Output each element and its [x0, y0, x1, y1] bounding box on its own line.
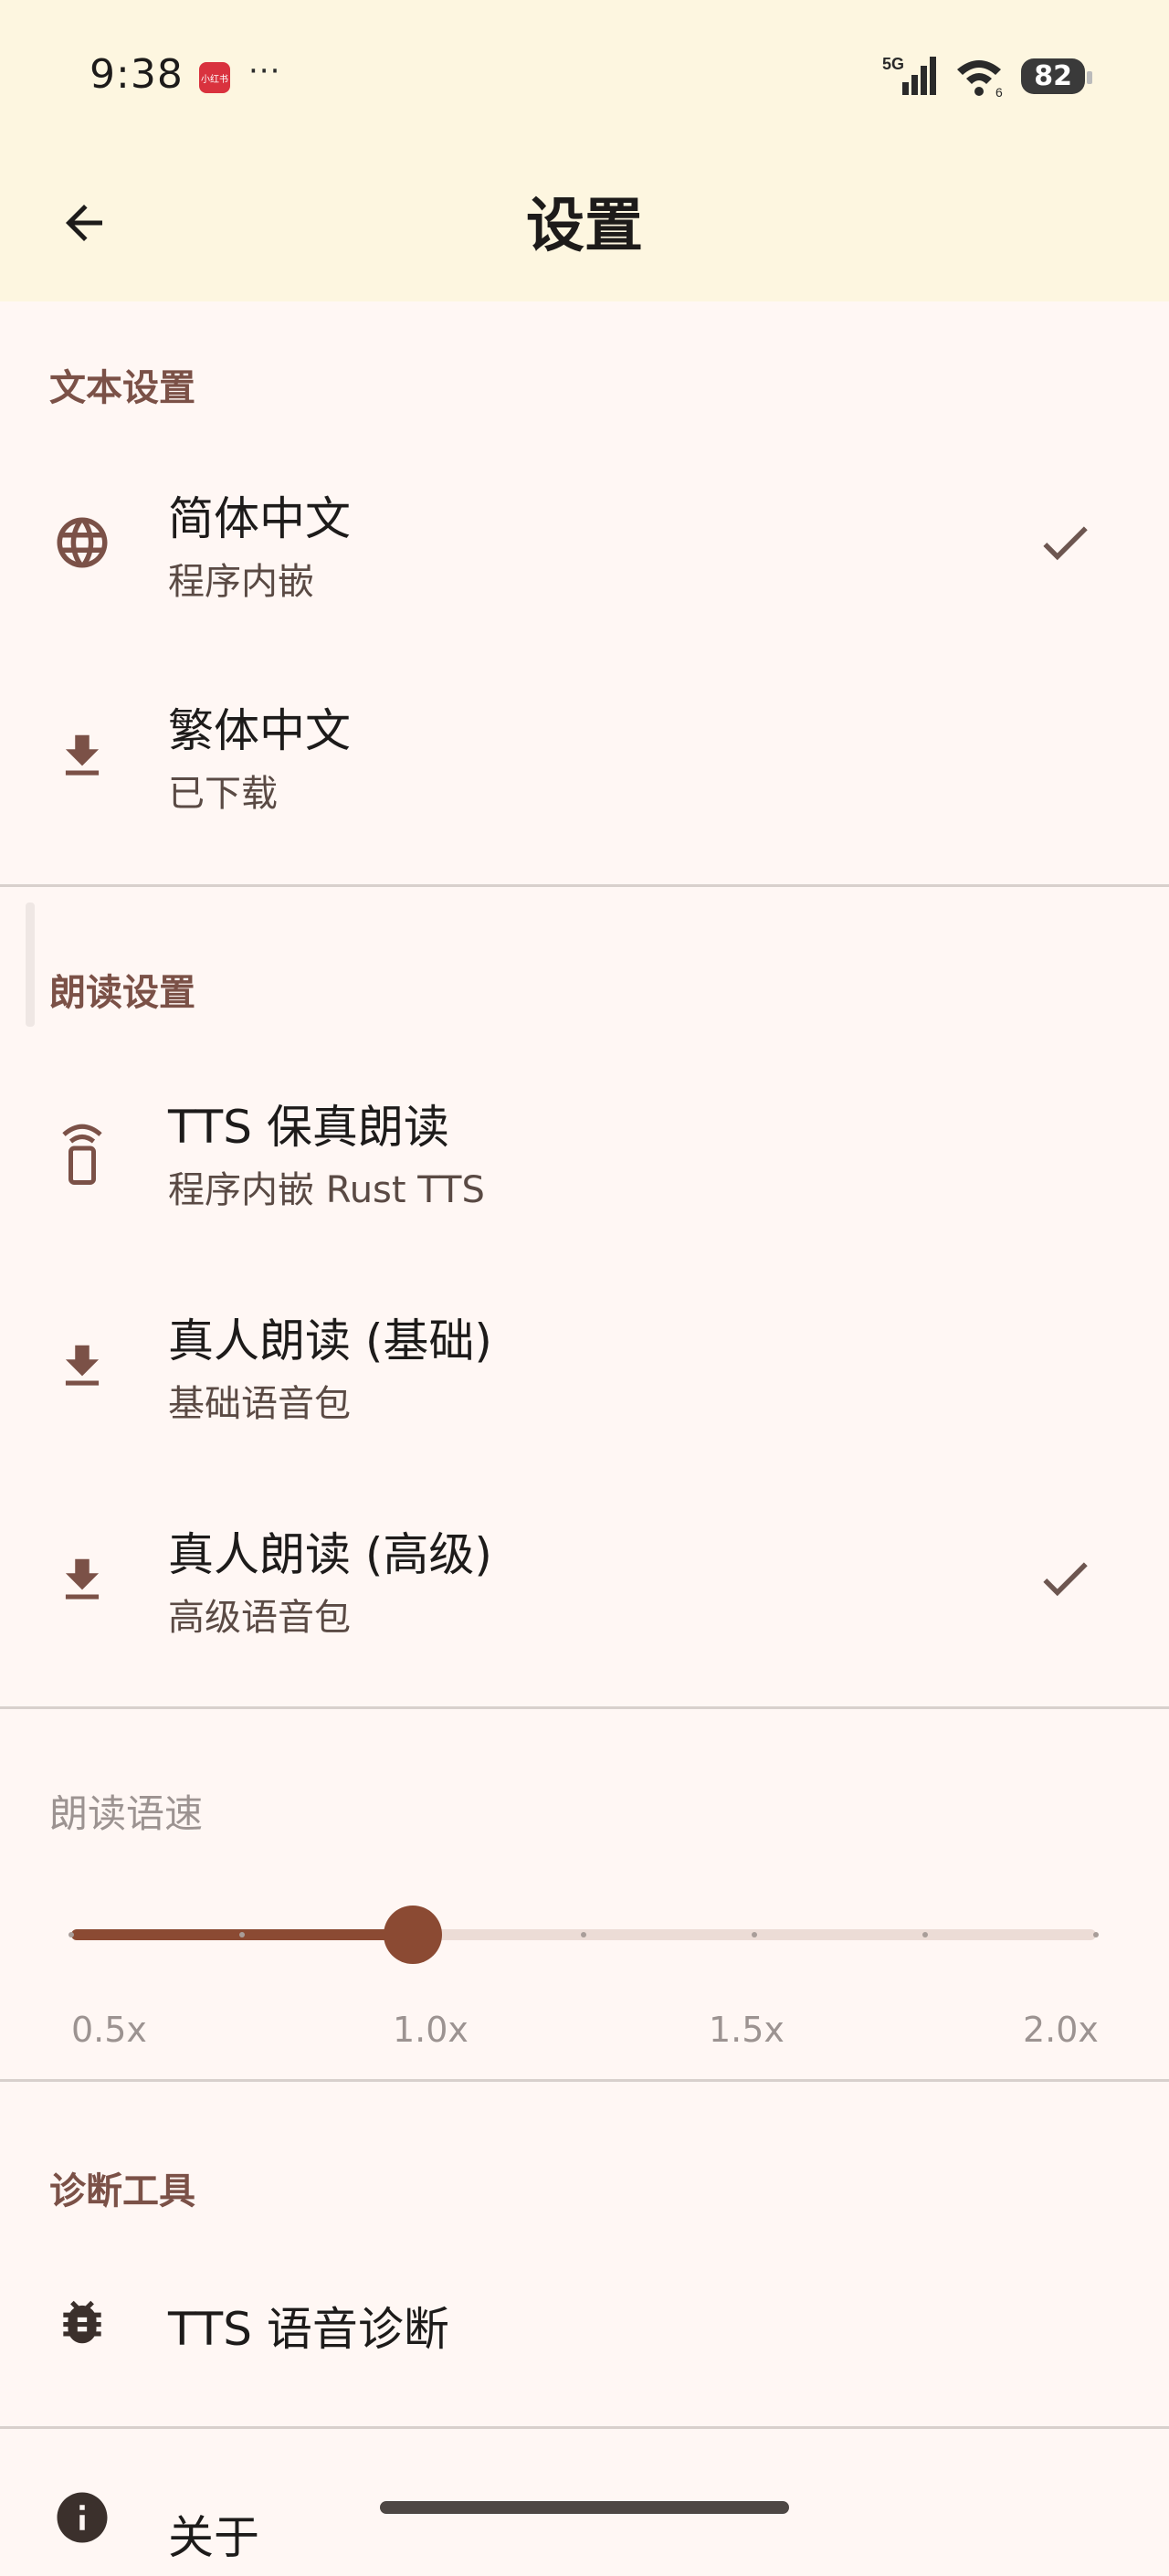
item-secondary-text: 高级语音包: [168, 1597, 351, 1639]
item-primary-text: 真人朗读 (高级): [168, 1528, 492, 1581]
speed-label: 朗读语速: [49, 1791, 204, 1836]
app-notification-icon: 小红书: [199, 62, 230, 93]
slider-tick: [752, 1932, 757, 1937]
speed-slider[interactable]: [68, 1906, 1099, 1964]
download-icon: [49, 1334, 115, 1399]
item-secondary-text: 程序内嵌: [168, 561, 314, 603]
svg-text:6: 6: [995, 85, 1003, 99]
wifi-icon: 6: [957, 60, 1003, 99]
item-primary-text: TTS 保真朗读: [168, 1101, 449, 1154]
globe-icon: [49, 510, 115, 575]
home-indicator[interactable]: [380, 2501, 789, 2514]
section-header-diagnostics: 诊断工具: [49, 2170, 195, 2212]
section-header-text-settings: 文本设置: [49, 367, 195, 409]
checkmark-icon: [1032, 510, 1098, 575]
section-divider: [0, 1706, 1169, 1709]
download-icon: [49, 1547, 115, 1613]
list-item-voice-advanced[interactable]: 真人朗读 (高级) 高级语音包: [0, 1511, 1169, 1650]
item-primary-text: 繁体中文: [168, 704, 351, 757]
section-header-reading-settings: 朗读设置: [49, 972, 195, 1014]
phone-speaker-icon: [49, 1120, 115, 1186]
status-time: 9:38: [90, 51, 184, 98]
slider-tick: [922, 1932, 928, 1937]
speed-tick-label: 1.5x: [709, 2010, 785, 2050]
speed-tick-label: 1.0x: [393, 2010, 469, 2050]
list-item-voice-basic[interactable]: 真人朗读 (基础) 基础语音包: [0, 1297, 1169, 1436]
section-divider: [0, 884, 1169, 887]
checkmark-icon: [1032, 1546, 1098, 1611]
item-secondary-text: 已下载: [168, 773, 278, 815]
list-item-tts-fidelity[interactable]: TTS 保真朗读 程序内嵌 Rust TTS: [0, 1083, 1169, 1222]
battery-indicator: 82: [1021, 58, 1092, 94]
status-bar: 9:38 小红书 ··· 5G 6 82: [0, 0, 1169, 155]
speed-tick-label: 0.5x: [71, 2010, 147, 2050]
page-title: 设置: [526, 193, 643, 260]
bug-icon: [49, 2289, 115, 2355]
more-notifications-icon: ···: [248, 53, 281, 90]
slider-tick: [581, 1932, 586, 1937]
cellular-signal-icon: 5G: [882, 55, 937, 95]
list-item-simplified-chinese[interactable]: 简体中文 程序内嵌: [0, 475, 1169, 614]
list-item-about[interactable]: 关于: [0, 2485, 1169, 2576]
item-primary-text: TTS 语音诊断: [168, 2303, 449, 2356]
scroll-indicator: [26, 903, 35, 1027]
item-secondary-text: 程序内嵌 Rust TTS: [168, 1169, 485, 1211]
status-icons: 5G 6 82: [882, 53, 1092, 99]
slider-thumb[interactable]: [384, 1906, 442, 1964]
item-primary-text: 简体中文: [168, 492, 351, 545]
item-primary-text: 关于: [168, 2511, 259, 2564]
slider-tick: [239, 1932, 245, 1937]
list-item-traditional-chinese[interactable]: 繁体中文 已下载: [0, 687, 1169, 826]
section-divider: [0, 2426, 1169, 2429]
item-primary-text: 真人朗读 (基础): [168, 1314, 492, 1367]
list-item-tts-diagnostics[interactable]: TTS 语音诊断: [0, 2278, 1169, 2370]
speed-tick-label: 2.0x: [1023, 2010, 1099, 2050]
slider-tick: [68, 1932, 74, 1937]
slider-tick: [1093, 1932, 1099, 1937]
section-divider: [0, 2079, 1169, 2082]
download-icon: [49, 723, 115, 789]
svg-text:5G: 5G: [882, 55, 904, 73]
item-secondary-text: 基础语音包: [168, 1383, 351, 1425]
info-icon: [49, 2485, 115, 2550]
